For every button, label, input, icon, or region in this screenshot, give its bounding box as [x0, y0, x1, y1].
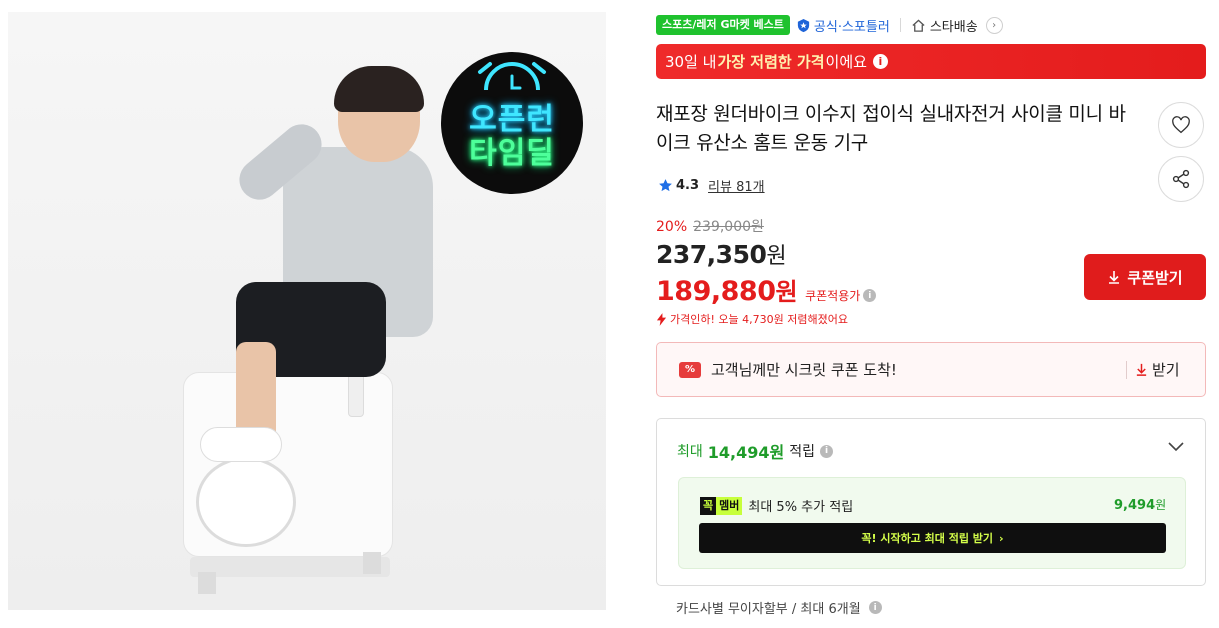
- membership-points: 9,494원: [1114, 496, 1166, 513]
- badge-row: 스포츠/레저 G마켓 베스트 공식·스포틀러 스타배송 ›: [656, 14, 1003, 36]
- membership-cta-button[interactable]: 꼭! 시작하고 최대 적립 받기 ›: [699, 523, 1166, 553]
- best-badge[interactable]: 스포츠/레저 G마켓 베스트: [656, 15, 790, 35]
- sale-price-value: 237,350: [656, 240, 767, 269]
- house-icon: [912, 18, 925, 32]
- membership-logo-a: 꼭: [700, 496, 717, 515]
- secret-coupon-banner[interactable]: % 고객님께만 시크릿 쿠폰 도착! 받기: [656, 342, 1206, 397]
- reward-amount: 14,494원: [707, 443, 785, 462]
- model-hair: [334, 66, 424, 112]
- info-icon[interactable]: i: [872, 54, 888, 69]
- secret-coupon-get-label: 받기: [1152, 361, 1180, 379]
- coupon-price-label: 쿠폰적용가 i: [805, 287, 877, 304]
- get-coupon-button[interactable]: 쿠폰받기: [1084, 254, 1206, 300]
- download-icon: [1136, 363, 1147, 376]
- share-button[interactable]: [1158, 156, 1204, 202]
- secret-coupon-get-button[interactable]: 받기: [1135, 359, 1180, 380]
- membership-logo: 꼭 멤버: [700, 496, 743, 515]
- coupon-price-value: 189,880: [656, 276, 776, 307]
- lightning-icon: [656, 312, 667, 326]
- reward-header[interactable]: 최대 14,494원 적립 i: [677, 439, 833, 463]
- bike-flywheel: [196, 457, 296, 547]
- banner-emphasis: 가장 저렴한 가격: [717, 53, 825, 71]
- price-drop-notice: 가격인하! 오늘 4,730원 저렴해졌어요: [656, 311, 1056, 327]
- sale-price: 237,350원: [656, 238, 1056, 270]
- coupon-icon: %: [679, 361, 701, 378]
- banner-suffix: 이에요: [825, 53, 867, 71]
- wishlist-button[interactable]: [1158, 102, 1204, 148]
- info-icon[interactable]: i: [863, 289, 877, 302]
- rating-row: 4.3 리뷰 81개: [658, 176, 765, 195]
- sale-price-unit: 원: [766, 244, 787, 269]
- official-store-link[interactable]: 공식·스포틀러: [796, 16, 890, 35]
- reward-label: 적립: [789, 444, 815, 460]
- star-icon: [659, 179, 672, 192]
- membership-cta-label: 꼭! 시작하고 최대 적립 받기: [861, 532, 994, 545]
- original-price: 239,000원: [693, 219, 764, 235]
- get-coupon-label: 쿠폰받기: [1127, 268, 1183, 287]
- coupon-price-label-text: 쿠폰적용가: [805, 289, 861, 303]
- price-block: 20% 239,000원 237,350원 189,880원 쿠폰적용가 i 가…: [656, 216, 1056, 327]
- bike-foot: [363, 552, 381, 574]
- coupon-price: 189,880원: [656, 272, 798, 307]
- timedeal-text-line1: 오픈런: [469, 102, 555, 137]
- chevron-right-icon: ›: [999, 531, 1004, 545]
- bike-base: [190, 557, 390, 577]
- banner-prefix: 30일 내: [665, 53, 717, 71]
- clock-icon: [478, 62, 546, 91]
- membership-points-value: 9,494: [1114, 498, 1156, 513]
- installment-text: 카드사별 무이자할부 / 최대 6개월: [676, 602, 861, 617]
- timedeal-badge: 오픈런 타임딜: [441, 52, 583, 194]
- badge-divider: [899, 18, 901, 32]
- bike-foot: [198, 572, 216, 594]
- membership-box: 꼭 멤버 최대 5% 추가 적립 9,494원 꼭! 시작하고 최대 적립 받기 …: [678, 477, 1186, 569]
- download-icon: [1109, 271, 1120, 284]
- coupon-price-row: 189,880원 쿠폰적용가 i: [656, 272, 1056, 307]
- lowest-price-banner[interactable]: 30일 내 가장 저렴한 가격 이에요 i: [656, 44, 1206, 79]
- star-delivery-link[interactable]: 스타배송 ›: [911, 16, 1003, 35]
- discount-row: 20% 239,000원: [656, 216, 1056, 236]
- info-icon[interactable]: i: [868, 601, 882, 614]
- product-image[interactable]: 오픈런 타임딜: [8, 12, 606, 610]
- membership-row: 꼭 멤버 최대 5% 추가 적립: [700, 496, 853, 515]
- membership-logo-b: 멤버: [716, 496, 743, 515]
- rating-score: 4.3: [676, 178, 700, 193]
- discount-rate: 20%: [656, 219, 688, 235]
- secret-coupon-divider: [1126, 361, 1127, 379]
- timedeal-text-line2: 타임딜: [469, 136, 555, 171]
- secret-coupon-text: 고객님께만 시크릿 쿠폰 도착!: [711, 361, 897, 379]
- coupon-price-unit: 원: [775, 278, 798, 306]
- chevron-down-icon[interactable]: [1167, 441, 1185, 453]
- reward-prefix: 최대: [677, 444, 703, 460]
- official-store-label: 공식·스포틀러: [813, 19, 890, 35]
- review-link[interactable]: 리뷰 81개: [708, 176, 765, 195]
- membership-points-unit: 원: [1155, 498, 1167, 512]
- product-title: 재포장 원더바이크 이수지 접이식 실내자전거 사이클 미니 바이크 유산소 홈…: [656, 103, 1126, 154]
- reward-box: 최대 14,494원 적립 i 꼭 멤버 최대 5% 추가 적립 9,494원 꼭…: [656, 418, 1206, 586]
- installment-info: 카드사별 무이자할부 / 최대 6개월 i: [676, 598, 882, 617]
- official-shield-icon: [797, 18, 810, 32]
- model-shoe: [200, 427, 282, 462]
- chevron-right-icon: ›: [985, 16, 1003, 34]
- heart-icon: [1172, 116, 1190, 134]
- membership-description: 최대 5% 추가 적립: [748, 500, 854, 515]
- info-icon[interactable]: i: [820, 444, 833, 458]
- share-icon: [1172, 169, 1190, 189]
- star-delivery-label: 스타배송: [929, 19, 978, 35]
- price-drop-text: 가격인하! 오늘 4,730원 저렴해졌어요: [670, 313, 848, 326]
